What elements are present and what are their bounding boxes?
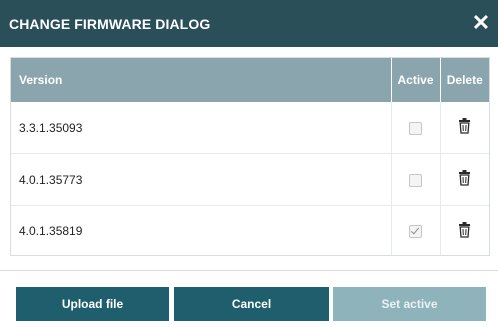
version-cell: 4.0.1.35819 bbox=[19, 224, 83, 238]
active-checkbox[interactable] bbox=[409, 173, 422, 187]
active-cell bbox=[390, 205, 441, 255]
trash-icon[interactable] bbox=[458, 170, 471, 189]
dialog-title: CHANGE FIRMWARE DIALOG bbox=[9, 15, 211, 32]
change-firmware-dialog: CHANGE FIRMWARE DIALOG ✕ Version Active … bbox=[0, 0, 498, 327]
table-row: 4.0.1.35773 bbox=[11, 153, 489, 206]
close-icon[interactable]: ✕ bbox=[470, 12, 492, 34]
delete-cell bbox=[440, 153, 489, 206]
dialog-titlebar: CHANGE FIRMWARE DIALOG ✕ bbox=[0, 0, 498, 47]
upload-file-button[interactable]: Upload file bbox=[16, 287, 169, 321]
table-row: 3.3.1.35093 bbox=[11, 102, 489, 154]
trash-icon[interactable] bbox=[458, 118, 471, 137]
active-cell bbox=[390, 153, 441, 206]
column-header-active: Active bbox=[391, 58, 441, 102]
table-row: 4.0.1.35819 bbox=[11, 205, 489, 256]
active-checkbox[interactable] bbox=[409, 225, 422, 239]
dialog-divider bbox=[0, 270, 498, 271]
cancel-button[interactable]: Cancel bbox=[174, 287, 329, 321]
set-active-button[interactable]: Set active bbox=[333, 287, 486, 321]
active-checkbox[interactable] bbox=[409, 121, 422, 135]
table-header-row: Version Active Delete bbox=[11, 58, 489, 102]
trash-icon[interactable] bbox=[458, 221, 471, 241]
column-header-delete: Delete bbox=[440, 58, 489, 102]
version-cell: 3.3.1.35093 bbox=[11, 102, 391, 154]
active-cell bbox=[390, 102, 441, 154]
version-cell: 4.0.1.35773 bbox=[11, 153, 391, 206]
column-header-version: Version bbox=[11, 58, 392, 102]
firmware-table: Version Active Delete 3.3.1.35093 4.0.1.3… bbox=[10, 57, 490, 256]
delete-cell bbox=[440, 102, 489, 154]
delete-cell bbox=[440, 206, 489, 256]
